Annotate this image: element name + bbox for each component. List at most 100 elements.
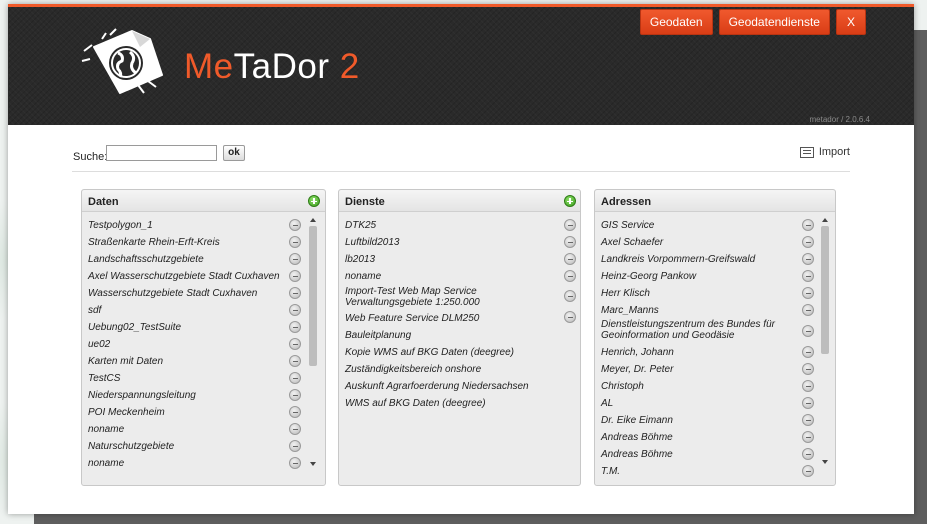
remove-icon[interactable] xyxy=(564,253,576,265)
list-item[interactable]: Straßenkarte Rhein-Erft-Kreis xyxy=(88,237,220,248)
remove-icon[interactable] xyxy=(802,325,814,337)
remove-icon[interactable] xyxy=(289,219,301,231)
remove-icon[interactable] xyxy=(802,219,814,231)
remove-icon[interactable] xyxy=(289,440,301,452)
brand-part-ta: Ta xyxy=(233,47,272,86)
list-item[interactable]: Luftbild2013 xyxy=(345,237,400,248)
list-item[interactable]: Heinz-Georg Pankow xyxy=(601,271,696,282)
scroll-thumb[interactable] xyxy=(309,226,317,366)
adressen-list: GIS Service Axel Schaefer Landkreis Vorp… xyxy=(595,214,835,485)
remove-icon[interactable] xyxy=(564,236,576,248)
remove-icon[interactable] xyxy=(289,253,301,265)
remove-icon[interactable] xyxy=(564,290,576,302)
remove-icon[interactable] xyxy=(289,270,301,282)
list-item[interactable]: Marc_Manns xyxy=(601,305,659,316)
list-item[interactable]: WMS auf BKG Daten (deegree) xyxy=(345,398,486,409)
list-item[interactable]: Meyer, Dr. Peter xyxy=(601,364,673,375)
daten-scrollbar[interactable] xyxy=(309,214,318,485)
list-item[interactable]: lb2013 xyxy=(345,254,375,265)
list-item[interactable]: Andreas Böhme xyxy=(601,432,673,443)
geodatendienste-button[interactable]: Geodatendienste xyxy=(718,9,830,35)
scroll-up-icon[interactable] xyxy=(822,218,828,222)
list-item[interactable]: noname xyxy=(88,424,124,435)
list-item[interactable]: Naturschutzgebiete xyxy=(88,441,174,452)
remove-icon[interactable] xyxy=(289,389,301,401)
list-item[interactable]: Landschaftsschutzgebiete xyxy=(88,254,204,265)
remove-icon[interactable] xyxy=(802,270,814,282)
remove-icon[interactable] xyxy=(802,380,814,392)
list-item[interactable]: AL xyxy=(601,398,613,409)
backdrop-right xyxy=(912,30,927,524)
scroll-down-icon[interactable] xyxy=(822,460,828,464)
remove-icon[interactable] xyxy=(289,236,301,248)
scroll-up-icon[interactable] xyxy=(310,218,316,222)
list-item[interactable]: Andreas Böhme xyxy=(601,449,673,460)
list-item[interactable]: Dienstleistungszentrum des Bundes für Ge… xyxy=(601,319,791,341)
list-item[interactable]: GIS Service xyxy=(601,220,654,231)
remove-icon[interactable] xyxy=(289,355,301,367)
remove-icon[interactable] xyxy=(802,448,814,460)
list-item[interactable]: DTK25 xyxy=(345,220,376,231)
brand-version-number: 2 xyxy=(329,47,360,86)
remove-icon[interactable] xyxy=(802,236,814,248)
list-item[interactable]: Henrich, Johann xyxy=(601,347,674,358)
list-item[interactable]: Axel Schaefer xyxy=(601,237,663,248)
geodaten-button[interactable]: Geodaten xyxy=(639,9,713,35)
list-item[interactable]: Axel Wasserschutzgebiete Stadt Cuxhaven xyxy=(88,271,280,282)
remove-icon[interactable] xyxy=(802,363,814,375)
remove-icon[interactable] xyxy=(564,270,576,282)
divider xyxy=(72,171,850,172)
remove-icon[interactable] xyxy=(802,287,814,299)
remove-icon[interactable] xyxy=(802,431,814,443)
remove-icon[interactable] xyxy=(802,304,814,316)
list-item[interactable]: Niederspannungsleitung xyxy=(88,390,196,401)
add-daten-icon[interactable] xyxy=(308,195,320,207)
list-item[interactable]: Kopie WMS auf BKG Daten (deegree) xyxy=(345,347,514,358)
list-item[interactable]: Auskunft Agrarfoerderung Niedersachsen xyxy=(345,381,529,392)
remove-icon[interactable] xyxy=(802,414,814,426)
close-button[interactable]: X xyxy=(835,9,866,35)
remove-icon[interactable] xyxy=(289,372,301,384)
remove-icon[interactable] xyxy=(289,304,301,316)
remove-icon[interactable] xyxy=(289,423,301,435)
list-item[interactable]: Dr. Eike Eimann xyxy=(601,415,673,426)
remove-icon[interactable] xyxy=(802,397,814,409)
search-ok-button[interactable]: ok xyxy=(223,145,245,161)
remove-icon[interactable] xyxy=(289,287,301,299)
list-item[interactable]: TestCS xyxy=(88,373,120,384)
list-item[interactable]: POI Meckenheim xyxy=(88,407,165,418)
import-button[interactable]: Import xyxy=(799,146,850,158)
search-input[interactable] xyxy=(106,145,217,161)
list-item[interactable]: Testpolygon_1 xyxy=(88,220,153,231)
remove-icon[interactable] xyxy=(289,321,301,333)
remove-icon[interactable] xyxy=(289,457,301,469)
remove-icon[interactable] xyxy=(802,465,814,477)
list-item[interactable]: Herr Klisch xyxy=(601,288,650,299)
list-item[interactable]: noname xyxy=(88,458,124,469)
remove-icon[interactable] xyxy=(802,346,814,358)
list-item[interactable]: noname xyxy=(345,271,381,282)
remove-icon[interactable] xyxy=(289,338,301,350)
list-item[interactable]: Import-Test Web Map Service Verwaltungsg… xyxy=(345,286,525,308)
list-item[interactable]: Zuständigkeitsbereich onshore xyxy=(345,364,481,375)
adressen-panel: Adressen GIS Service Axel Schaefer Landk… xyxy=(594,189,836,486)
list-item[interactable]: Wasserschutzgebiete Stadt Cuxhaven xyxy=(88,288,257,299)
remove-icon[interactable] xyxy=(564,311,576,323)
daten-list: Testpolygon_1 Straßenkarte Rhein-Erft-Kr… xyxy=(82,214,325,485)
list-item[interactable]: sdf xyxy=(88,305,101,316)
list-item[interactable]: Landkreis Vorpommern-Greifswald xyxy=(601,254,755,265)
remove-icon[interactable] xyxy=(289,406,301,418)
scroll-down-icon[interactable] xyxy=(310,462,316,466)
list-item[interactable]: Web Feature Service DLM250 xyxy=(345,313,479,324)
list-item[interactable]: Bauleitplanung xyxy=(345,330,411,341)
adressen-scrollbar[interactable] xyxy=(821,214,830,485)
list-item[interactable]: Christoph xyxy=(601,381,644,392)
scroll-thumb[interactable] xyxy=(821,226,829,354)
remove-icon[interactable] xyxy=(564,219,576,231)
list-item[interactable]: Karten mit Daten xyxy=(88,356,163,367)
add-dienste-icon[interactable] xyxy=(564,195,576,207)
list-item[interactable]: ue02 xyxy=(88,339,110,350)
list-item[interactable]: T.M. xyxy=(601,466,620,477)
remove-icon[interactable] xyxy=(802,253,814,265)
list-item[interactable]: Uebung02_TestSuite xyxy=(88,322,181,333)
